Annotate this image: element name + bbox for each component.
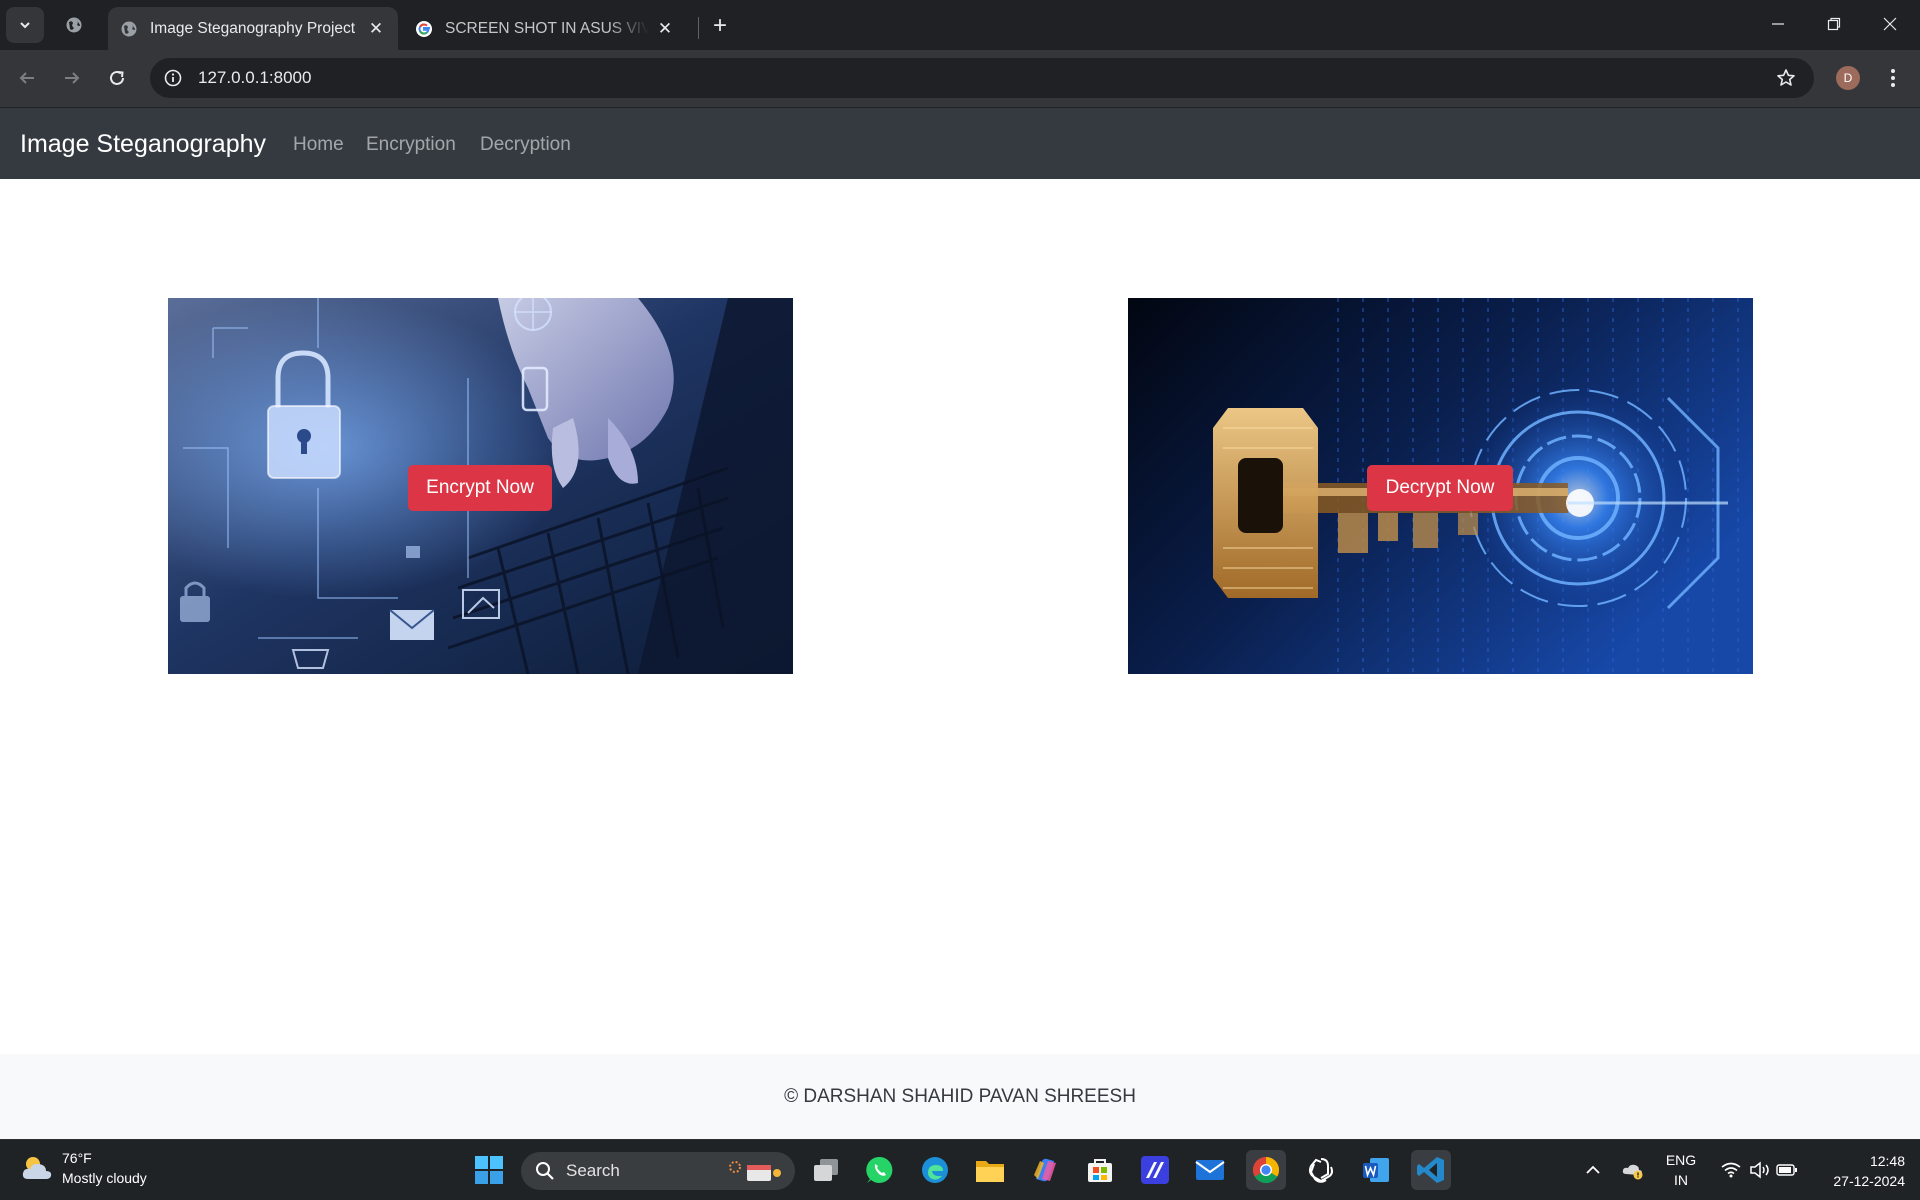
- restore-icon: [1827, 17, 1841, 31]
- app-icon[interactable]: [1135, 1150, 1175, 1190]
- copilot-icon[interactable]: [1025, 1150, 1065, 1190]
- encrypt-now-button[interactable]: Encrypt Now: [408, 465, 552, 511]
- weather-widget[interactable]: 76°F Mostly cloudy: [20, 1148, 147, 1188]
- profile-avatar[interactable]: D: [1836, 66, 1860, 90]
- edge-icon[interactable]: [915, 1150, 955, 1190]
- weather-condition: Mostly cloudy: [62, 1170, 147, 1186]
- region-code: IN: [1674, 1172, 1688, 1188]
- tab-search-button[interactable]: [6, 7, 44, 43]
- forward-button[interactable]: [55, 61, 89, 95]
- close-icon: [1883, 17, 1897, 31]
- start-icon[interactable]: [469, 1150, 509, 1190]
- chevron-up-icon: [1586, 1165, 1600, 1174]
- globe-icon[interactable]: [56, 7, 92, 43]
- more-vertical-icon: [1891, 69, 1895, 87]
- new-tab-button[interactable]: +: [706, 12, 734, 40]
- footer-copyright: © DARSHAN SHAHID PAVAN SHREESH: [784, 1085, 1136, 1107]
- volume-icon[interactable]: [1745, 1150, 1775, 1190]
- close-window-button[interactable]: [1862, 0, 1918, 48]
- search-icon: [536, 1162, 554, 1180]
- tab-screenshot-search[interactable]: SCREEN SHOT IN ASUS VIVO BOOK ✕: [403, 7, 687, 50]
- windows-taskbar: 76°F Mostly cloudy Search ENG IN 12:48 2…: [0, 1139, 1920, 1200]
- nav-link-home[interactable]: Home: [293, 134, 344, 156]
- minimize-icon: [1772, 23, 1784, 25]
- arrow-right-icon: [65, 72, 80, 84]
- battery-icon[interactable]: [1772, 1150, 1802, 1190]
- onedrive-warning-icon[interactable]: [1613, 1150, 1653, 1190]
- taskbar-search[interactable]: Search: [521, 1152, 795, 1190]
- chatgpt-icon[interactable]: [1301, 1150, 1341, 1190]
- globe-icon: [120, 20, 138, 38]
- wifi-icon[interactable]: [1716, 1150, 1746, 1190]
- tab-separator: [698, 17, 699, 39]
- search-highlight-icon: [729, 1161, 781, 1181]
- reload-icon: [110, 70, 124, 85]
- weather-temperature: 76°F: [62, 1150, 92, 1166]
- minimize-button[interactable]: [1750, 0, 1806, 48]
- back-button[interactable]: [10, 61, 44, 95]
- input-language-indicator[interactable]: ENG IN: [1655, 1150, 1707, 1190]
- bookmark-star-icon[interactable]: [1774, 66, 1798, 90]
- reload-button[interactable]: [100, 61, 134, 95]
- close-icon[interactable]: ✕: [366, 19, 386, 39]
- task-view-icon[interactable]: [806, 1150, 846, 1190]
- site-info-icon[interactable]: [160, 65, 186, 91]
- tab-title: SCREEN SHOT IN ASUS VIVO BOOK: [445, 19, 649, 37]
- arrow-left-icon: [19, 72, 34, 84]
- file-explorer-icon[interactable]: [970, 1150, 1010, 1190]
- tab-title: Image Steganography Project: [150, 19, 356, 37]
- browser-toolbar: 127.0.0.1:8000 D: [0, 50, 1920, 108]
- chevron-down-icon: [20, 22, 30, 29]
- show-hidden-icons-button[interactable]: [1573, 1150, 1613, 1190]
- restore-button[interactable]: [1806, 0, 1862, 48]
- language-code: ENG: [1665, 1152, 1697, 1168]
- page-footer: © DARSHAN SHAHID PAVAN SHREESH: [0, 1054, 1920, 1139]
- site-navbar: Image Steganography Home Encryption Decr…: [0, 108, 1920, 179]
- browser-menu-button[interactable]: [1880, 64, 1906, 92]
- store-icon[interactable]: [1080, 1150, 1120, 1190]
- decrypt-now-button[interactable]: Decrypt Now: [1367, 465, 1513, 511]
- clock-time: 12:48: [1869, 1153, 1905, 1169]
- cloudy-weather-icon: [22, 1157, 52, 1179]
- chrome-icon[interactable]: [1246, 1150, 1286, 1190]
- address-bar[interactable]: 127.0.0.1:8000: [150, 58, 1814, 98]
- whatsapp-icon[interactable]: [860, 1150, 900, 1190]
- tab-image-steganography[interactable]: Image Steganography Project ✕: [108, 7, 398, 50]
- browser-tab-strip: Image Steganography Project ✕ SCREEN SHO…: [0, 0, 1920, 50]
- system-clock[interactable]: 12:48 27-12-2024: [1805, 1151, 1905, 1191]
- nav-link-encryption[interactable]: Encryption: [366, 134, 456, 156]
- mail-icon[interactable]: [1190, 1150, 1230, 1190]
- clock-date: 27-12-2024: [1833, 1173, 1905, 1189]
- close-icon[interactable]: ✕: [655, 19, 675, 39]
- google-icon: [415, 20, 433, 38]
- nav-link-decryption[interactable]: Decryption: [480, 134, 571, 156]
- vscode-icon[interactable]: [1411, 1150, 1451, 1190]
- search-placeholder: Search: [566, 1161, 620, 1180]
- word-icon[interactable]: [1356, 1150, 1396, 1190]
- url-text: 127.0.0.1:8000: [198, 68, 312, 87]
- navbar-brand[interactable]: Image Steganography: [20, 130, 266, 159]
